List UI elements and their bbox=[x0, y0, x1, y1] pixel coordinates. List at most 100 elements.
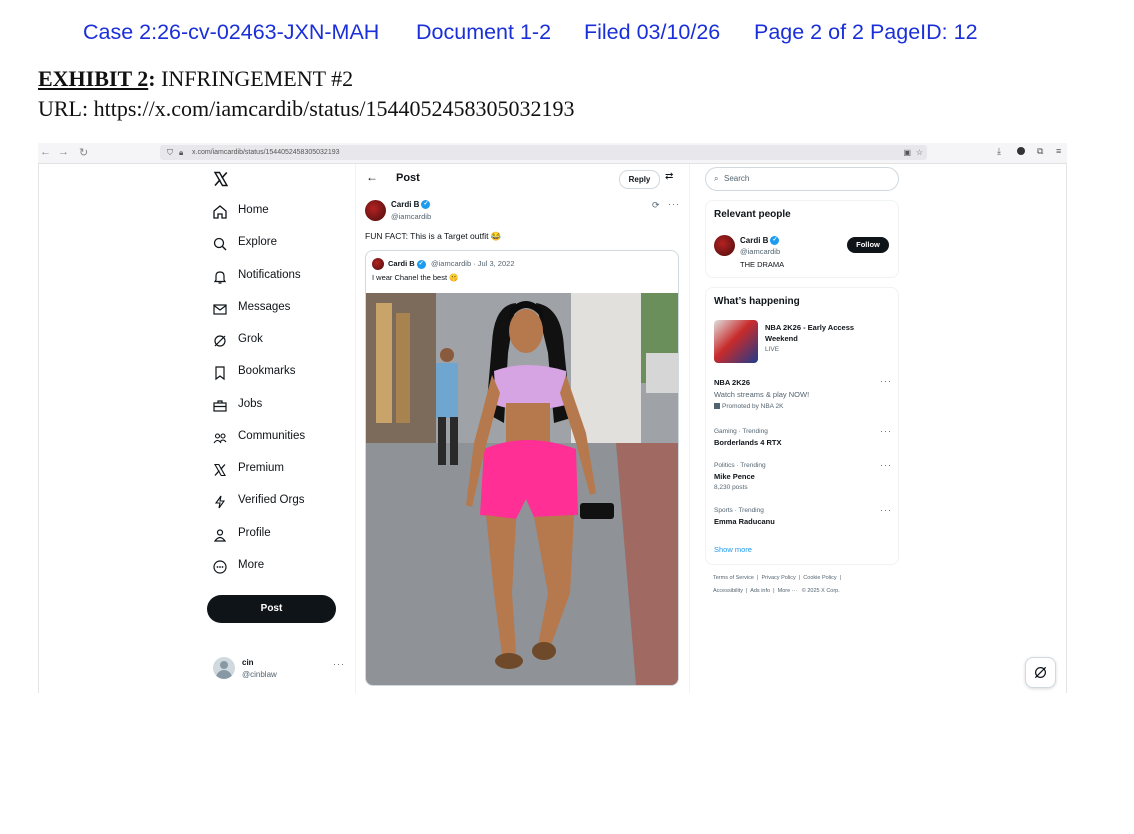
grok-icon bbox=[1034, 666, 1047, 679]
promoted-desc: Watch streams & play NOW! bbox=[714, 390, 810, 399]
footer-link-ads-info[interactable]: Ads info bbox=[750, 588, 770, 594]
quote-author-row: Cardi B ✓ bbox=[388, 259, 426, 269]
extensions-icon[interactable]: ⧉ bbox=[1037, 147, 1046, 156]
verified-badge-icon: ✓ bbox=[416, 259, 426, 269]
address-bar[interactable]: ⛉ 🔒︎ x.com/iamcardib/status/154405245830… bbox=[160, 145, 927, 160]
trend-post-count: 8,230 posts bbox=[714, 484, 748, 491]
trend-item[interactable]: Politics · Trending Mike Pence 8,230 pos… bbox=[714, 460, 894, 496]
more-options-icon[interactable]: ··· bbox=[880, 460, 892, 470]
search-placeholder: Search bbox=[724, 174, 750, 183]
document-number: Document 1-2 bbox=[416, 20, 552, 44]
nav-label: Communities bbox=[238, 430, 306, 442]
account-switcher[interactable]: cin @cinblaw ··· bbox=[213, 656, 353, 684]
promoted-title: NBA 2K26 bbox=[714, 378, 750, 387]
footer-links-row1: Terms of Service | Privacy Policy | Cook… bbox=[713, 575, 842, 581]
trend-context: Politics · Trending bbox=[714, 462, 766, 469]
forward-arrow-icon[interactable]: → bbox=[58, 146, 69, 158]
post-text: FUN FACT: This is a Target outfit 😂 bbox=[365, 231, 502, 241]
card-title: What’s happening bbox=[714, 296, 800, 307]
trend-title: Emma Raducanu bbox=[714, 517, 775, 526]
briefcase-icon bbox=[213, 400, 227, 412]
footer-link-more[interactable]: More ··· bbox=[778, 588, 798, 594]
avatar[interactable] bbox=[714, 235, 735, 256]
featured-event[interactable]: NBA 2K26 - Early Access Weekend LIVE bbox=[714, 320, 898, 364]
person-bio: THE DRAMA bbox=[740, 260, 785, 269]
event-title: NBA 2K26 - Early Access Weekend bbox=[765, 323, 855, 343]
person-name-row[interactable]: Cardi B ✓ bbox=[740, 236, 780, 246]
menu-icon[interactable]: ≡ bbox=[1056, 147, 1065, 156]
promoted-by: Promoted by NBA 2K bbox=[714, 403, 783, 410]
browser-toolbar: ← → ↻ ⛉ 🔒︎ x.com/iamcardib/status/154405… bbox=[38, 143, 1067, 164]
footer-link-terms[interactable]: Terms of Service bbox=[713, 575, 754, 581]
author-name-row[interactable]: Cardi B ✓ bbox=[391, 200, 431, 210]
page-title: Post bbox=[396, 172, 420, 184]
back-arrow-icon[interactable]: ← bbox=[366, 170, 378, 184]
trend-item[interactable]: Sports · Trending Emma Raducanu ··· bbox=[714, 505, 894, 531]
lock-icon: 🔒︎ bbox=[179, 148, 184, 157]
lightning-icon bbox=[214, 495, 226, 509]
exhibit-label: EXHIBIT 2 bbox=[38, 66, 149, 91]
footer-links-row2: Accessibility | Ads info | More ··· © 20… bbox=[713, 588, 840, 594]
search-icon bbox=[213, 237, 227, 251]
footer-link-cookie[interactable]: Cookie Policy bbox=[803, 575, 836, 581]
card-title: Relevant people bbox=[714, 209, 791, 220]
grok-floating-button[interactable] bbox=[1025, 657, 1056, 688]
more-options-icon[interactable]: ··· bbox=[880, 376, 892, 386]
grok-icon[interactable]: ⟳ bbox=[652, 200, 660, 211]
author-avatar[interactable] bbox=[365, 200, 386, 221]
bookmark-icon bbox=[215, 366, 225, 381]
person-icon bbox=[213, 529, 227, 542]
exhibit-url: URL: https://x.com/iamcardib/status/1544… bbox=[38, 96, 575, 121]
follow-button[interactable]: Follow bbox=[847, 237, 889, 253]
settings-sliders-icon[interactable]: ⇄ bbox=[665, 171, 673, 182]
avatar bbox=[213, 657, 235, 679]
x-page: Home Explore Notifications Messages Grok… bbox=[38, 164, 1067, 693]
author-name: Cardi B bbox=[391, 200, 420, 209]
event-status: LIVE bbox=[765, 346, 780, 353]
exhibit-heading: INFRINGEMENT #2 bbox=[155, 66, 354, 91]
reload-icon[interactable]: ↻ bbox=[79, 146, 88, 159]
envelope-icon bbox=[213, 304, 227, 315]
show-more-link[interactable]: Show more bbox=[714, 545, 752, 554]
home-icon bbox=[213, 205, 227, 219]
promoted-by-label: Promoted by NBA 2K bbox=[722, 403, 784, 410]
filed-date: Filed 03/10/26 bbox=[584, 20, 721, 44]
post-photo[interactable] bbox=[366, 293, 678, 685]
nav-label: Verified Orgs bbox=[238, 494, 305, 506]
nav-label: Profile bbox=[238, 527, 271, 539]
post-button[interactable]: Post bbox=[207, 595, 336, 623]
quote-handle-date: @iamcardib · Jul 3, 2022 bbox=[431, 259, 515, 268]
more-options-icon[interactable]: ··· bbox=[333, 659, 345, 669]
people-icon bbox=[213, 433, 227, 444]
download-icon[interactable]: ⤓ bbox=[997, 147, 1006, 156]
browser-screenshot: ← → ↻ ⛉ 🔒︎ x.com/iamcardib/status/154405… bbox=[38, 143, 1067, 693]
more-options-icon[interactable]: ··· bbox=[668, 199, 680, 209]
account-name: cin bbox=[242, 658, 254, 667]
reader-view-icon[interactable]: ▣ bbox=[903, 145, 911, 160]
search-icon: ⌕ bbox=[714, 174, 719, 183]
x-logo-icon[interactable] bbox=[213, 171, 229, 187]
quoted-post[interactable]: Cardi B ✓ @iamcardib · Jul 3, 2022 I wear… bbox=[365, 250, 679, 686]
trend-context: Sports · Trending bbox=[714, 507, 764, 514]
author-handle: @iamcardib bbox=[391, 212, 432, 221]
promoted-trend[interactable]: NBA 2K26 Watch streams & play NOW! Promo… bbox=[714, 376, 894, 418]
reply-button[interactable]: Reply bbox=[619, 170, 660, 189]
footer-link-privacy[interactable]: Privacy Policy bbox=[762, 575, 796, 581]
bookmark-star-icon[interactable]: ☆ bbox=[916, 145, 923, 160]
person-name: Cardi B bbox=[740, 236, 769, 245]
more-options-icon[interactable]: ··· bbox=[880, 426, 892, 436]
trend-title: Borderlands 4 RTX bbox=[714, 438, 782, 447]
verified-badge-icon: ✓ bbox=[421, 200, 431, 210]
exhibit-title: EXHIBIT 2: INFRINGEMENT #2 bbox=[38, 66, 353, 92]
case-number: Case 2:26-cv-02463-JXN-MAH bbox=[83, 20, 380, 44]
shield-icon: ⛉ bbox=[167, 148, 173, 157]
more-options-icon[interactable]: ··· bbox=[880, 505, 892, 515]
whats-happening-card: What’s happening NBA 2K26 - Early Access… bbox=[705, 287, 899, 565]
footer-link-accessibility[interactable]: Accessibility bbox=[713, 588, 743, 594]
nav-label: Premium bbox=[238, 462, 285, 474]
account-icon[interactable] bbox=[1017, 147, 1025, 155]
nav-label: Bookmarks bbox=[238, 365, 296, 377]
trend-item[interactable]: Gaming · Trending Borderlands 4 RTX ··· bbox=[714, 426, 894, 452]
search-input[interactable]: ⌕ Search bbox=[705, 167, 899, 191]
back-arrow-icon[interactable]: ← bbox=[40, 146, 51, 158]
